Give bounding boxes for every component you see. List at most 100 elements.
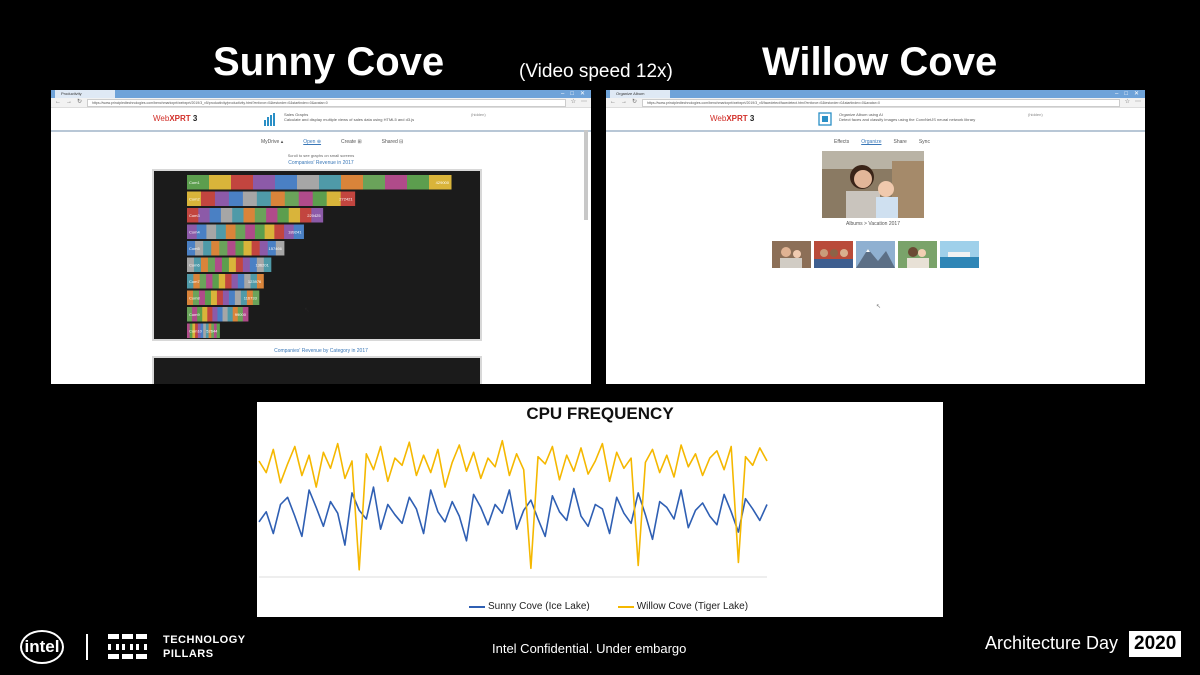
series-line-sunny-cove <box>258 486 768 546</box>
legend-item-willow-cove: Willow Cove (Tiger Lake) <box>617 601 749 612</box>
thumbnail-4[interactable] <box>898 241 937 268</box>
menu-item-sync[interactable]: Sync <box>919 139 930 145</box>
forward-icon[interactable]: → <box>621 98 627 107</box>
forward-icon[interactable]: → <box>66 98 72 107</box>
left-scrollbar[interactable] <box>584 130 588 220</box>
right-window-controls: – □ ✕ <box>1115 90 1145 98</box>
thumbnail-1[interactable] <box>772 241 811 268</box>
revenue-value-label: 220425 <box>307 213 321 218</box>
menu-item-open[interactable]: Open ⊕ <box>303 139 321 145</box>
left-app-description: Calculate and display multiple views of … <box>284 117 415 122</box>
revenue-value-label: 189241 <box>288 230 302 235</box>
right-app-menu: Effects Organize Share Sync <box>834 139 930 145</box>
revenue-company-label: Com4 <box>189 230 200 235</box>
left-browser-window: Productivity – □ ✕ ← → ↻ https://www.pri… <box>51 90 591 384</box>
pillars-icon <box>108 634 147 659</box>
revenue-company-label: Com2 <box>189 197 200 202</box>
right-browser-tab[interactable]: Organize Album <box>610 90 670 98</box>
refresh-icon[interactable]: ↻ <box>632 98 637 107</box>
left-app-menu: MyDrive ▴ Open ⊕ Create ⊞ Shared ⊟ <box>261 139 403 145</box>
chart2-title: Companies' Revenue by Category in 2017 <box>274 348 368 354</box>
favorite-icon[interactable]: ☆ <box>1125 98 1130 107</box>
revenue-company-label: Com9 <box>189 312 200 317</box>
webxprt-logo: WebXPRT 3 <box>710 114 755 123</box>
mouse-cursor-icon: ↖ <box>876 304 882 310</box>
revenue-company-label: Com1 <box>189 180 200 185</box>
menu-icon[interactable]: ⋯ <box>1135 98 1141 107</box>
cpu-chart-legend: Sunny Cove (Ice Lake) Willow Cove (Tiger… <box>469 601 748 612</box>
album-main-photo[interactable] <box>822 151 924 218</box>
album-caption: Albums > Vacation 2017 <box>846 221 900 227</box>
revenue-stacked-bar-chart: Com1 429000 Com2 272421 Com3 220425 Com4 189241… <box>187 175 452 338</box>
category-chart-panel <box>152 356 482 384</box>
menu-item-mydrive[interactable]: MyDrive ▴ <box>261 139 283 145</box>
legend-label-willow-cove: Willow Cove (Tiger Lake) <box>636 601 749 612</box>
revenue-company-label: Com3 <box>189 213 200 218</box>
revenue-company-label: Com6 <box>189 263 200 268</box>
left-app-status: (hidden) <box>471 112 486 117</box>
menu-item-organize[interactable]: Organize <box>861 139 881 145</box>
revenue-value-label: 429000 <box>436 180 450 185</box>
revenue-value-label: 52644 <box>206 329 218 334</box>
revenue-value-label: 272421 <box>339 197 353 202</box>
legend-item-sunny-cove: Sunny Cove (Ice Lake) <box>469 601 590 612</box>
right-app-description: Detect faces and classify images using t… <box>839 117 976 122</box>
back-icon[interactable]: ← <box>610 98 616 107</box>
cpu-line-plot <box>258 439 768 578</box>
maximize-icon[interactable]: □ <box>1124 90 1128 98</box>
cpu-frequency-chart: CPU FREQUENCY Sunny Cove (Ice Lake) Will… <box>257 402 943 617</box>
left-browser-tab[interactable]: Productivity <box>55 90 115 98</box>
legend-swatch-blue <box>469 605 485 608</box>
album-icon <box>818 112 832 126</box>
revenue-bar-com2 <box>187 191 356 206</box>
intel-logo: intel <box>20 630 64 664</box>
thumbnail-5[interactable] <box>940 241 979 268</box>
heading-willow-cove: Willow Cove <box>762 40 998 84</box>
close-icon[interactable]: ✕ <box>580 90 585 98</box>
right-titlebar: Organize Album – □ ✕ <box>606 90 1145 98</box>
left-url-field[interactable]: https://www.principledtechnologies.com/b… <box>87 98 566 107</box>
footer: intel TECHNOLOGY PILLARS Intel Confident… <box>0 628 1200 675</box>
menu-item-effects[interactable]: Effects <box>834 139 849 145</box>
legend-swatch-yellow <box>617 605 634 608</box>
revenue-value-label: 157466 <box>269 246 283 251</box>
year-badge: 2020 <box>1129 631 1182 657</box>
revenue-value-label: 136201 <box>255 263 269 268</box>
revenue-company-label: Com8 <box>189 296 200 301</box>
back-icon[interactable]: ← <box>55 98 61 107</box>
heading-video-speed: (Video speed 12x) <box>519 61 673 82</box>
thumbnail-strip <box>772 241 979 268</box>
menu-item-share[interactable]: Share <box>894 139 907 145</box>
scroll-note: Scroll to see graphs on small screens <box>287 153 355 158</box>
right-url-field[interactable]: https://www.principledtechnologies.com/b… <box>642 98 1120 107</box>
minimize-icon[interactable]: – <box>561 90 564 98</box>
revenue-bar-com4 <box>187 224 304 239</box>
thumbnail-3[interactable] <box>856 241 895 268</box>
confidential-notice: Intel Confidential. Under embargo <box>492 641 687 656</box>
minimize-icon[interactable]: – <box>1115 90 1118 98</box>
revenue-company-label: Com5 <box>189 246 200 251</box>
thumbnail-2[interactable] <box>814 241 853 268</box>
maximize-icon[interactable]: □ <box>570 90 574 98</box>
menu-icon[interactable]: ⋯ <box>581 98 587 107</box>
left-app-header: WebXPRT 3 Sales Graphs Calculate and dis… <box>51 108 591 132</box>
revenue-company-label: Com7 <box>189 279 200 284</box>
right-address-bar: ← → ↻ https://www.principledtechnologies… <box>606 98 1145 108</box>
revenue-bar-com3 <box>187 208 324 223</box>
right-browser-window: Organize Album – □ ✕ ← → ↻ https://www.p… <box>606 90 1145 384</box>
refresh-icon[interactable]: ↻ <box>77 98 82 107</box>
left-window-controls: – □ ✕ <box>561 90 591 98</box>
revenue-company-label: Com10 <box>189 329 203 334</box>
menu-item-create[interactable]: Create ⊞ <box>341 139 362 145</box>
left-titlebar: Productivity – □ ✕ <box>51 90 591 98</box>
webxprt-logo: WebXPRT 3 <box>153 114 198 123</box>
technology-pillars-label: TECHNOLOGY PILLARS <box>163 634 246 660</box>
architecture-day-label: Architecture Day <box>985 633 1119 653</box>
close-icon[interactable]: ✕ <box>1134 90 1139 98</box>
revenue-chart-panel: Com1 429000 Com2 272421 Com3 220425 Com4 189241… <box>152 169 482 341</box>
favorite-icon[interactable]: ☆ <box>571 98 576 107</box>
legend-label-sunny-cove: Sunny Cove (Ice Lake) <box>488 601 590 612</box>
menu-item-shared[interactable]: Shared ⊟ <box>382 139 404 145</box>
revenue-bar-com1 <box>187 175 452 190</box>
heading-sunny-cove: Sunny Cove <box>213 40 445 84</box>
